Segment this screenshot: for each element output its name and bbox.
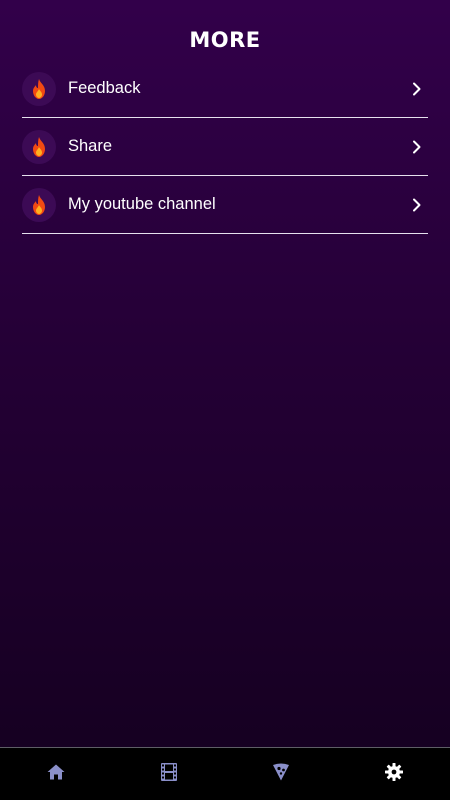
fire-icon: [22, 71, 56, 106]
tab-home[interactable]: [0, 748, 113, 800]
tab-films[interactable]: [113, 748, 226, 800]
menu-item-youtube-channel[interactable]: My youtube channel: [22, 176, 428, 234]
menu-item-feedback[interactable]: Feedback: [22, 60, 428, 118]
gear-icon: [384, 762, 403, 786]
menu-item-label: Feedback: [68, 79, 141, 97]
film-icon: [160, 762, 177, 786]
chevron-right-icon: [410, 198, 424, 212]
pizza-icon: [272, 763, 290, 786]
fire-icon: [22, 187, 56, 222]
menu-item-label: Share: [68, 137, 113, 155]
home-icon: [47, 764, 65, 785]
bottom-tab-bar: [0, 747, 450, 800]
tab-settings[interactable]: [338, 748, 450, 800]
chevron-right-icon: [410, 82, 424, 96]
menu-item-label: My youtube channel: [68, 195, 216, 213]
menu-item-share[interactable]: Share: [22, 118, 428, 176]
chevron-right-icon: [410, 140, 424, 154]
tab-food[interactable]: [225, 748, 338, 800]
more-menu-list: Feedback Share My youtube channel: [22, 60, 428, 234]
fire-icon: [22, 129, 56, 164]
page-title: MORE: [189, 28, 261, 52]
